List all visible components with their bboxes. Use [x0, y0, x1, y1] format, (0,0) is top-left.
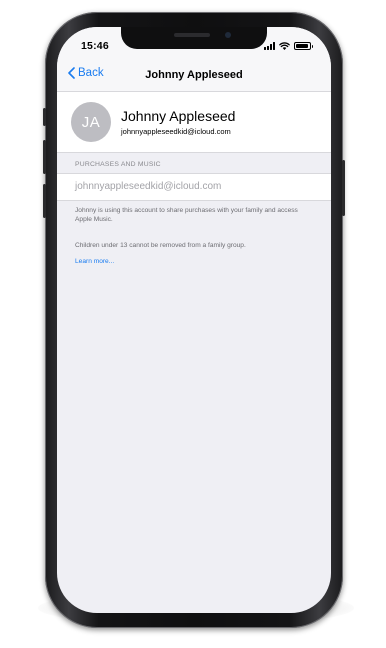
learn-more-link[interactable]: Learn more... [75, 258, 114, 265]
removal-note: Children under 13 cannot be removed from… [75, 242, 246, 249]
silent-switch [43, 108, 46, 126]
status-icons [264, 40, 313, 50]
avatar: JA [71, 102, 111, 142]
navigation-bar: Back Johnny Appleseed [57, 61, 331, 92]
phone-screen: 15:46 Back Johnny Appleseed JA Johnny Ap… [57, 27, 331, 613]
profile-card: JA Johnny Appleseed johnnyappleseedkid@i… [57, 92, 331, 153]
battery-icon [294, 42, 313, 50]
notch [121, 27, 267, 49]
page-title: Johnny Appleseed [145, 69, 243, 81]
volume-down-button [43, 184, 46, 218]
side-power-button [342, 160, 345, 216]
device-mockup: 15:46 Back Johnny Appleseed JA Johnny Ap… [0, 0, 386, 648]
speaker-grille [174, 33, 210, 37]
front-camera [225, 32, 231, 38]
profile-name: Johnny Appleseed [121, 108, 236, 124]
profile-email: johnnyappleseedkid@icloud.com [121, 127, 231, 136]
purchases-account-row[interactable]: johnnyappleseedkid@icloud.com [57, 173, 331, 201]
volume-up-button [43, 140, 46, 174]
status-time: 15:46 [81, 40, 109, 52]
cellular-signal-icon [264, 42, 275, 50]
wifi-icon [279, 42, 290, 50]
section-header-purchases: PURCHASES AND MUSIC [75, 161, 161, 168]
purchases-account-value: johnnyappleseedkid@icloud.com [75, 181, 222, 192]
sharing-note: Johnny is using this account to share pu… [75, 207, 298, 223]
